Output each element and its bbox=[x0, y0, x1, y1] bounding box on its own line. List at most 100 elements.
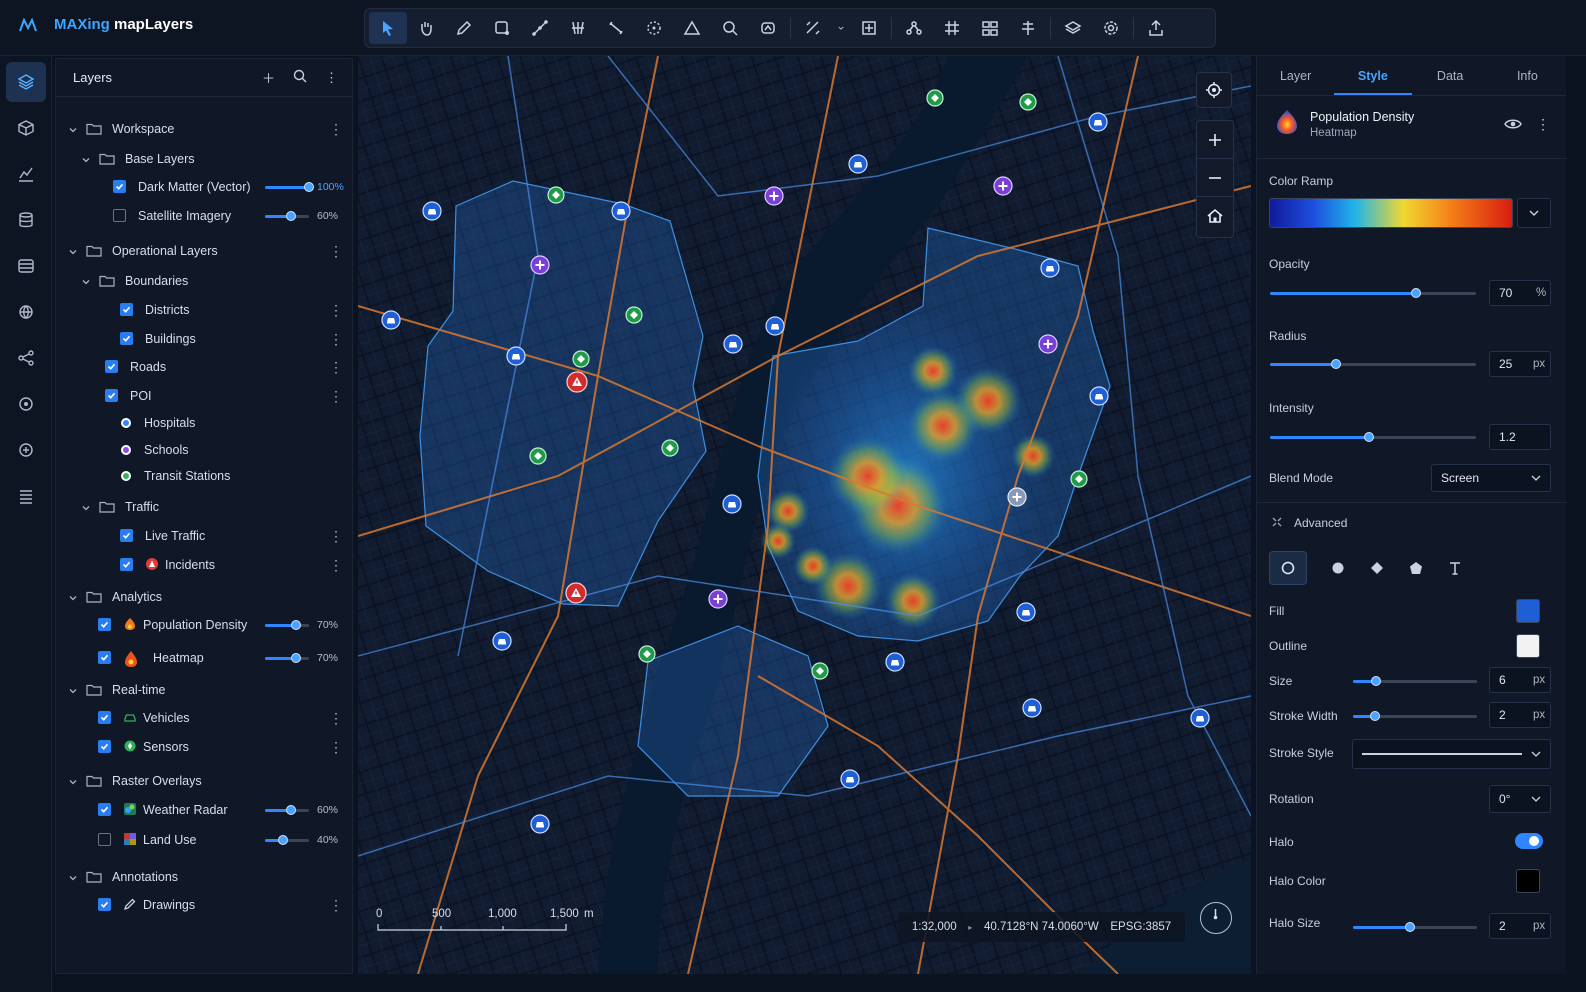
layer-row-base-layers[interactable]: Base Layers bbox=[56, 147, 354, 171]
transit-station-marker[interactable] bbox=[625, 306, 643, 324]
layer-opacity-slider[interactable] bbox=[265, 620, 309, 630]
home-button[interactable] bbox=[1197, 197, 1233, 235]
analytics-rail-icon[interactable] bbox=[6, 154, 46, 194]
layer-row-poi[interactable]: POI ⋮ bbox=[56, 384, 354, 408]
layer-options-icon[interactable]: ⋮ bbox=[329, 244, 343, 258]
incident-marker[interactable] bbox=[566, 371, 588, 393]
storage-rail-icon[interactable] bbox=[6, 246, 46, 286]
layer-row-heatmap[interactable]: 70% Heatmap bbox=[56, 646, 354, 670]
select-tool-button[interactable] bbox=[369, 12, 407, 44]
chevron-down-icon[interactable] bbox=[81, 502, 91, 512]
more-options-icon[interactable]: ⋮ bbox=[325, 70, 338, 86]
stroke-style-select[interactable] bbox=[1352, 739, 1551, 769]
rotation-select[interactable]: 0° bbox=[1489, 785, 1551, 813]
blend-mode-select[interactable]: Screen bbox=[1431, 464, 1551, 492]
polygon-tool-button[interactable] bbox=[483, 12, 521, 44]
chevron-down-icon[interactable] bbox=[68, 592, 78, 602]
school-marker[interactable] bbox=[1038, 334, 1058, 354]
chevron-down-icon[interactable] bbox=[68, 246, 78, 256]
database-rail-icon[interactable] bbox=[6, 200, 46, 240]
layer-row-traffic[interactable]: Traffic bbox=[56, 495, 354, 519]
pentagon-shape-button[interactable] bbox=[1397, 551, 1435, 585]
layer-options-icon[interactable]: ⋮ bbox=[329, 389, 343, 403]
layer-row-real-time[interactable]: Real-time bbox=[56, 678, 354, 702]
school-marker[interactable] bbox=[764, 186, 784, 206]
layers-rail-icon[interactable] bbox=[5, 62, 46, 102]
layer-row-live-traffic[interactable]: Live Traffic ⋮ bbox=[56, 524, 354, 548]
vehicle-marker[interactable] bbox=[1088, 112, 1108, 132]
target-rail-icon[interactable] bbox=[6, 384, 46, 424]
map-canvas[interactable]: 0 500 1,000 1,500 m 1:32,000 ▸ 40.7128°N… bbox=[358, 56, 1251, 974]
layer-row-analytics[interactable]: Analytics bbox=[56, 585, 354, 609]
layer-row-raster-overlays[interactable]: Raster Overlays bbox=[56, 769, 354, 793]
globe-rail-icon[interactable] bbox=[6, 292, 46, 332]
incident-marker[interactable] bbox=[565, 582, 587, 604]
vehicle-marker[interactable] bbox=[765, 316, 785, 336]
vehicle-marker[interactable] bbox=[422, 201, 442, 221]
layer-visibility-checkbox[interactable] bbox=[98, 898, 111, 911]
vehicle-marker[interactable] bbox=[506, 346, 526, 366]
layer-options-icon[interactable]: ⋮ bbox=[329, 122, 343, 136]
stroke-width-slider[interactable] bbox=[1353, 711, 1477, 721]
collapse-icon[interactable] bbox=[1271, 516, 1283, 528]
vehicle-marker[interactable] bbox=[722, 494, 742, 514]
layer-visibility-checkbox[interactable] bbox=[120, 332, 133, 345]
layer-options-icon[interactable]: ⋮ bbox=[329, 332, 343, 346]
layer-row-satellite-imagery[interactable]: 60% Satellite Imagery bbox=[56, 204, 354, 228]
halo-toggle[interactable] bbox=[1515, 833, 1543, 849]
layer-row-districts[interactable]: Districts ⋮ bbox=[56, 298, 354, 322]
layer-row-workspace[interactable]: Workspace ⋮ bbox=[56, 117, 354, 141]
chevron-down-icon[interactable] bbox=[68, 124, 78, 134]
visibility-eye-icon[interactable] bbox=[1504, 117, 1522, 131]
layer-options-icon[interactable]: ⋮ bbox=[329, 303, 343, 317]
circle-outline-shape-button[interactable] bbox=[1269, 551, 1307, 585]
tab-data[interactable]: Data bbox=[1412, 56, 1489, 95]
layer-row-incidents[interactable]: Incidents ⋮ bbox=[56, 553, 354, 577]
layer-row-buildings[interactable]: Buildings ⋮ bbox=[56, 327, 354, 351]
school-marker[interactable] bbox=[993, 176, 1013, 196]
size-slider[interactable] bbox=[1353, 676, 1477, 686]
layer-row-transit-stations[interactable]: Transit Stations bbox=[56, 464, 354, 488]
share-rail-icon[interactable] bbox=[6, 338, 46, 378]
layer-row-weather-radar[interactable]: 60% Weather Radar bbox=[56, 798, 354, 822]
zoom-out-button[interactable] bbox=[1197, 159, 1233, 197]
opacity-slider[interactable] bbox=[1270, 288, 1476, 298]
intensity-slider[interactable] bbox=[1270, 432, 1476, 442]
diamond-shape-button[interactable] bbox=[1358, 551, 1396, 585]
transit-station-marker[interactable] bbox=[1070, 470, 1088, 488]
transit-station-marker[interactable] bbox=[638, 645, 656, 663]
vehicle-marker[interactable] bbox=[492, 631, 512, 651]
snap-options-chevron-icon[interactable] bbox=[832, 12, 850, 44]
chevron-down-icon[interactable] bbox=[68, 685, 78, 695]
export-tool-button[interactable] bbox=[1137, 12, 1175, 44]
layer-options-icon[interactable]: ⋮ bbox=[329, 711, 343, 725]
layers-tool-button[interactable] bbox=[1054, 12, 1092, 44]
layer-visibility-checkbox[interactable] bbox=[98, 618, 111, 631]
transit-station-marker[interactable] bbox=[529, 447, 547, 465]
layer-row-drawings[interactable]: Drawings ⋮ bbox=[56, 893, 354, 917]
layer-row-schools[interactable]: Schools bbox=[56, 438, 354, 462]
vehicle-marker[interactable] bbox=[1089, 386, 1109, 406]
layer-row-sensors[interactable]: Sensors ⋮ bbox=[56, 735, 354, 759]
layer-visibility-checkbox[interactable] bbox=[105, 360, 118, 373]
vehicle-marker[interactable] bbox=[840, 769, 860, 789]
layer-visibility-checkbox[interactable] bbox=[98, 740, 111, 753]
layer-visibility-checkbox[interactable] bbox=[120, 303, 133, 316]
vehicle-marker[interactable] bbox=[1190, 708, 1210, 728]
school-marker[interactable] bbox=[530, 255, 550, 275]
layer-row-vehicles[interactable]: Vehicles ⋮ bbox=[56, 706, 354, 730]
advanced-section-label[interactable]: Advanced bbox=[1294, 516, 1347, 530]
layer-row-annotations[interactable]: Annotations bbox=[56, 865, 354, 889]
map-scale[interactable]: 1:32,000 bbox=[912, 921, 957, 933]
layer-opacity-slider[interactable] bbox=[265, 805, 309, 815]
school-marker[interactable] bbox=[708, 589, 728, 609]
layer-row-land-use[interactable]: 40% Land Use bbox=[56, 828, 354, 852]
compass-icon[interactable] bbox=[1200, 902, 1232, 934]
transit-station-marker[interactable] bbox=[1019, 93, 1037, 111]
triangle-tool-button[interactable] bbox=[673, 12, 711, 44]
circle-filled-shape-button[interactable] bbox=[1319, 551, 1357, 585]
outline-color-swatch[interactable] bbox=[1516, 634, 1540, 658]
settings-tool-button[interactable] bbox=[1092, 12, 1130, 44]
fill-color-swatch[interactable] bbox=[1516, 599, 1540, 623]
layer-options-icon[interactable]: ⋮ bbox=[329, 898, 343, 912]
